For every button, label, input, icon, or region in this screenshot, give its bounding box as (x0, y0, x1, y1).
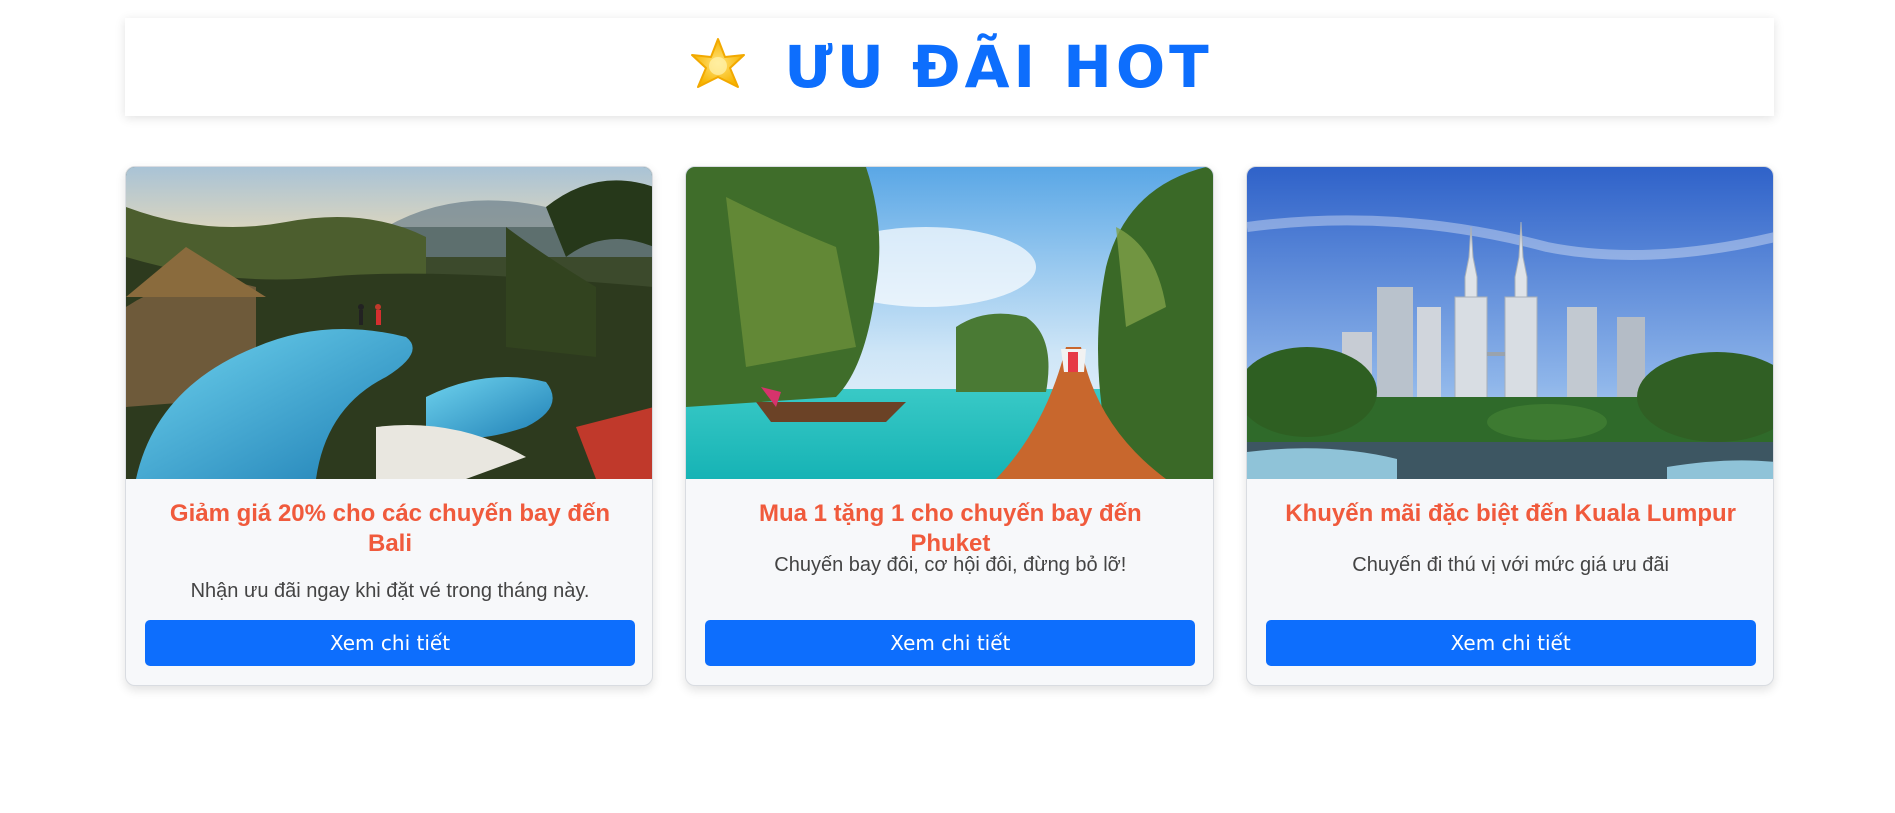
phuket-longtail-boat-image (686, 167, 1213, 479)
deal-card-bali: Giảm giá 20% cho các chuyến bay đến Bali… (125, 166, 654, 686)
page-title: ƯU ĐÃI HOT (784, 33, 1213, 101)
card-title: Giảm giá 20% cho các chuyến bay đến Bali (169, 500, 611, 557)
deal-cards: Giảm giá 20% cho các chuyến bay đến Bali… (125, 166, 1774, 686)
kuala-lumpur-petronas-towers-image (1246, 167, 1773, 479)
bali-resort-pool-image (126, 167, 653, 479)
view-details-button-bali[interactable]: Xem chi tiết (145, 620, 635, 666)
card-title: Mua 1 tặng 1 cho chuyến bay đến Phuket (758, 500, 1142, 557)
view-details-button-phuket[interactable]: Xem chi tiết (705, 620, 1196, 666)
header-inner: ƯU ĐÃI HOT (686, 33, 1212, 101)
view-details-button-kuala-lumpur[interactable]: Xem chi tiết (1265, 620, 1756, 666)
card-body: Giảm giá 20% cho các chuyến bay đến Bali… (126, 479, 652, 685)
card-body: Khuyến mãi đặc biệt đến Kuala Lumpur Chu… (1247, 479, 1773, 685)
card-body: Mua 1 tặng 1 cho chuyến bay đến Phuket C… (686, 479, 1212, 685)
deal-card-phuket: Mua 1 tặng 1 cho chuyến bay đến Phuket C… (685, 166, 1214, 686)
star-icon (691, 38, 746, 88)
card-description: Nhận ưu đãi ngay khi đặt vé trong tháng … (190, 580, 590, 602)
page: ƯU ĐÃI HOT Giảm giá 20% cho các chuyến b… (0, 0, 1895, 813)
card-description: Chuyến bay đôi, cơ hội đôi, đừng bỏ lỡ! (774, 554, 1127, 576)
hot-deals-header: ƯU ĐÃI HOT (125, 18, 1774, 116)
deal-card-kuala-lumpur: Khuyến mãi đặc biệt đến Kuala Lumpur Chu… (1245, 166, 1774, 686)
card-description: Chuyến đi thú vị với mức giá ưu đãi (1352, 554, 1669, 576)
card-title: Khuyến mãi đặc biệt đến Kuala Lumpur (1285, 500, 1737, 527)
